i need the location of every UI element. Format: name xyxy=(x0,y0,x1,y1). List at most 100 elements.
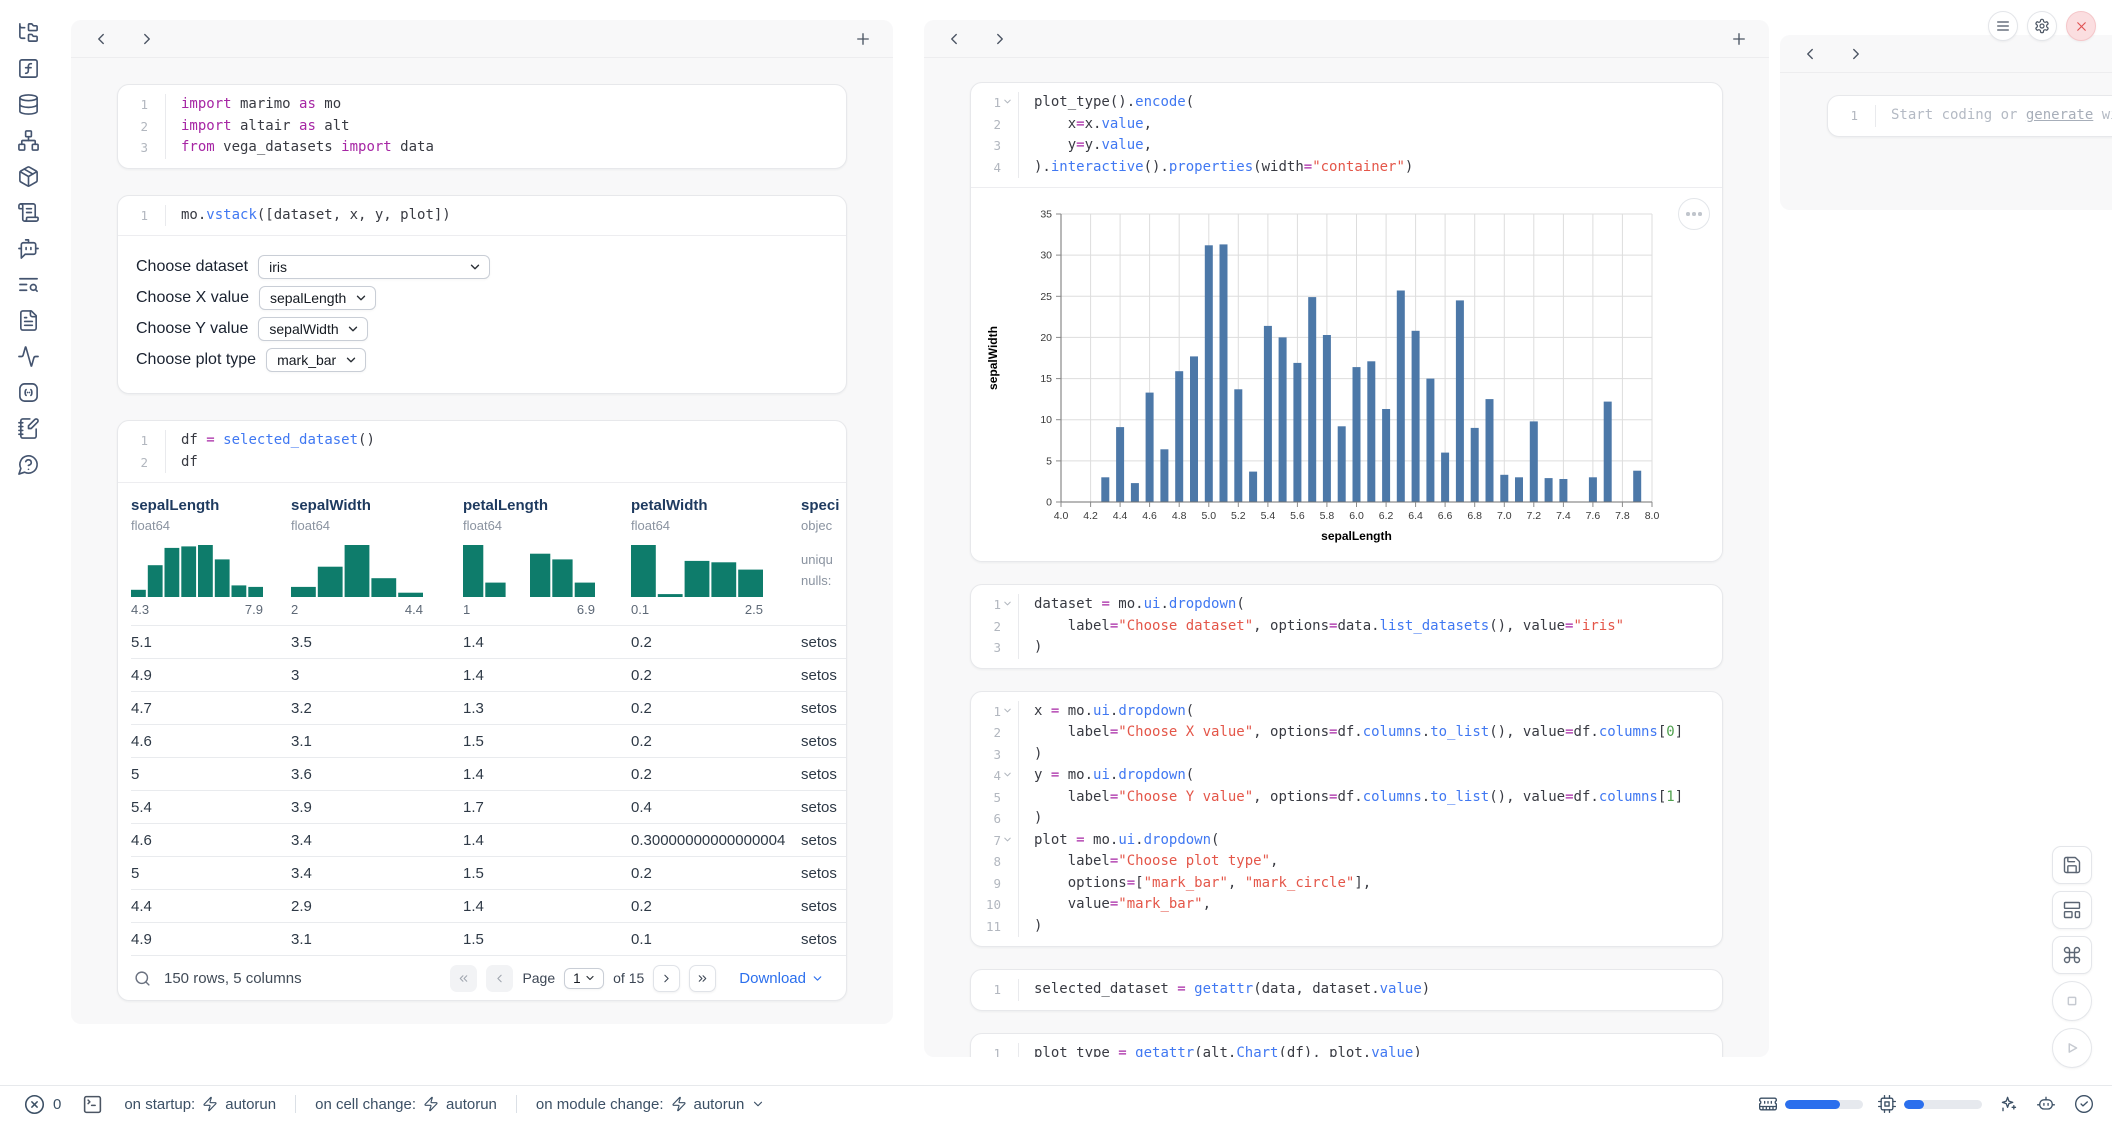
shutdown-button[interactable] xyxy=(2066,11,2096,41)
run-all-button[interactable] xyxy=(2052,1028,2092,1068)
plot-type-select[interactable]: mark_bar xyxy=(266,348,366,372)
column-header[interactable]: sepalWidthfloat6424.4 xyxy=(291,497,463,617)
sidebar-item-file-explorer[interactable] xyxy=(17,21,40,44)
svg-text:6.8: 6.8 xyxy=(1467,510,1482,522)
code-editor[interactable]: 1mo.vstack([dataset, x, y, plot]) xyxy=(118,196,846,236)
chart-actions-button[interactable] xyxy=(1678,198,1710,230)
chevron-down-icon xyxy=(1002,834,1013,845)
notebook-column-middle: 1plot_type().encode(2 x=x.value,3 y=y.va… xyxy=(924,20,1769,1057)
sidebar-item-documentation[interactable] xyxy=(17,309,40,332)
table-row[interactable]: 4.93.11.50.1setos xyxy=(131,922,846,955)
page-select[interactable]: 1 xyxy=(564,968,604,989)
table-search-button[interactable] xyxy=(134,970,151,987)
sidebar-item-snippets[interactable] xyxy=(17,381,40,404)
sidebar-item-outline-search[interactable] xyxy=(17,273,40,296)
dataset-select[interactable]: iris xyxy=(258,255,490,279)
next-page-button[interactable] xyxy=(653,965,680,992)
code-editor[interactable]: 1df = selected_dataset()2df xyxy=(118,421,846,482)
ram-icon xyxy=(1758,1094,1778,1114)
sidebar-item-packages[interactable] xyxy=(17,165,40,188)
x-value-select[interactable]: sepalLength xyxy=(259,286,376,310)
line-gutter: 10 xyxy=(971,894,1019,916)
chevron-down-icon xyxy=(811,972,824,985)
column-back-button[interactable] xyxy=(90,28,112,50)
code-editor[interactable]: 1dataset = mo.ui.dropdown(2 label="Choos… xyxy=(971,585,1722,668)
sidebar-item-ai-chat[interactable] xyxy=(17,237,40,260)
table-row[interactable]: 4.931.40.2setos xyxy=(131,658,846,691)
sidebar-item-data-sources[interactable] xyxy=(17,93,40,116)
run-mode-cell-change[interactable]: on cell change:autorun xyxy=(315,1096,497,1113)
column-histogram xyxy=(291,545,423,597)
column-header[interactable]: sepalLengthfloat644.37.9 xyxy=(131,497,291,617)
sidebar-item-variables[interactable] xyxy=(17,57,40,80)
column-header[interactable]: speciobjecuniqunulls: xyxy=(801,497,845,617)
sidebar-item-tracing[interactable] xyxy=(17,345,40,368)
column-range: 24.4 xyxy=(291,602,423,617)
column-back-button[interactable] xyxy=(943,28,965,50)
code-editor[interactable]: 1selected_dataset = getattr(data, datase… xyxy=(971,970,1722,1010)
errors-indicator[interactable]: 0 xyxy=(24,1094,61,1115)
sidebar-item-dependency-graph[interactable] xyxy=(17,129,40,152)
code-line: 1import marimo as mo xyxy=(118,94,846,116)
first-page-button[interactable] xyxy=(450,965,477,992)
errors-icon xyxy=(24,1094,45,1115)
dropdown-row: Choose Y valuesepalWidth xyxy=(136,317,828,341)
line-number: 1 xyxy=(993,594,1001,616)
table-row[interactable]: 5.13.51.40.2setos xyxy=(131,625,846,658)
notebook-menu-button[interactable] xyxy=(1988,11,2018,41)
code-editor[interactable]: 1plot_type().encode(2 x=x.value,3 y=y.va… xyxy=(971,83,1722,187)
settings-button[interactable] xyxy=(2027,11,2057,41)
code-line: 5 label="Choose Y value", options=df.col… xyxy=(971,787,1722,809)
line-gutter: 8 xyxy=(971,851,1019,873)
help-circle-icon xyxy=(17,453,40,476)
add-cell-button[interactable] xyxy=(1728,28,1750,50)
table-row[interactable]: 5.43.91.70.4setos xyxy=(131,790,846,823)
run-mode-module-change[interactable]: on module change:autorun xyxy=(536,1096,765,1113)
stop-kernel-button[interactable] xyxy=(2052,981,2092,1021)
last-page-button[interactable] xyxy=(689,965,716,992)
column-back-button[interactable] xyxy=(1799,43,1821,65)
y-value-select[interactable]: sepalWidth xyxy=(258,317,368,341)
chevrons-right-icon xyxy=(696,971,709,986)
line-gutter: 11 xyxy=(971,916,1019,938)
table-row[interactable]: 4.63.41.40.30000000000000004setos xyxy=(131,823,846,856)
sidebar-item-logs[interactable] xyxy=(17,201,40,224)
connection-status-button[interactable] xyxy=(2072,1092,2096,1116)
sidebar-item-scratchpad[interactable] xyxy=(17,417,40,440)
terminal-button[interactable] xyxy=(80,1092,105,1117)
line-gutter: 1 xyxy=(971,594,1019,616)
svg-text:30: 30 xyxy=(1040,250,1052,262)
keyboard-shortcuts-button[interactable] xyxy=(2052,936,2092,974)
line-gutter: 3 xyxy=(971,744,1019,766)
sidebar-item-help[interactable] xyxy=(17,453,40,476)
table-row[interactable]: 4.63.11.50.2setos xyxy=(131,724,846,757)
table-row[interactable]: 53.61.40.2setos xyxy=(131,757,846,790)
download-button[interactable]: Download xyxy=(733,969,830,988)
table-cell: 1.4 xyxy=(463,667,631,684)
ai-assist-button[interactable] xyxy=(1996,1092,2020,1116)
prev-page-button[interactable] xyxy=(486,965,513,992)
save-notebook-button[interactable] xyxy=(2052,846,2092,884)
copilot-status-button[interactable] xyxy=(2034,1092,2058,1116)
column-header[interactable]: petalLengthfloat6416.9 xyxy=(463,497,631,617)
table-cell: 3.4 xyxy=(291,832,463,849)
search-icon xyxy=(134,970,151,987)
layout-toggle-button[interactable] xyxy=(2052,891,2092,929)
table-cell: setos xyxy=(801,733,845,750)
column-dtype: float64 xyxy=(631,518,801,533)
table-cell: setos xyxy=(801,865,845,882)
column-header[interactable]: petalWidthfloat640.12.5 xyxy=(631,497,801,617)
code-editor[interactable]: 1Start coding or generate with AI. xyxy=(1828,96,2112,136)
code-editor[interactable]: 1x = mo.ui.dropdown(2 label="Choose X va… xyxy=(971,692,1722,947)
column-forward-button[interactable] xyxy=(136,28,158,50)
column-forward-button[interactable] xyxy=(1845,43,1867,65)
table-row[interactable]: 4.73.21.30.2setos xyxy=(131,691,846,724)
run-mode-startup[interactable]: on startup:autorun xyxy=(124,1096,276,1113)
code-editor[interactable]: 1plot_type = getattr(alt.Chart(df), plot… xyxy=(971,1034,1722,1058)
column-forward-button[interactable] xyxy=(989,28,1011,50)
table-row[interactable]: 53.41.50.2setos xyxy=(131,856,846,889)
table-row[interactable]: 4.42.91.40.2setos xyxy=(131,889,846,922)
table-cell: 1.4 xyxy=(463,898,631,915)
add-cell-button[interactable] xyxy=(852,28,874,50)
code-editor[interactable]: 1import marimo as mo2import altair as al… xyxy=(118,85,846,168)
